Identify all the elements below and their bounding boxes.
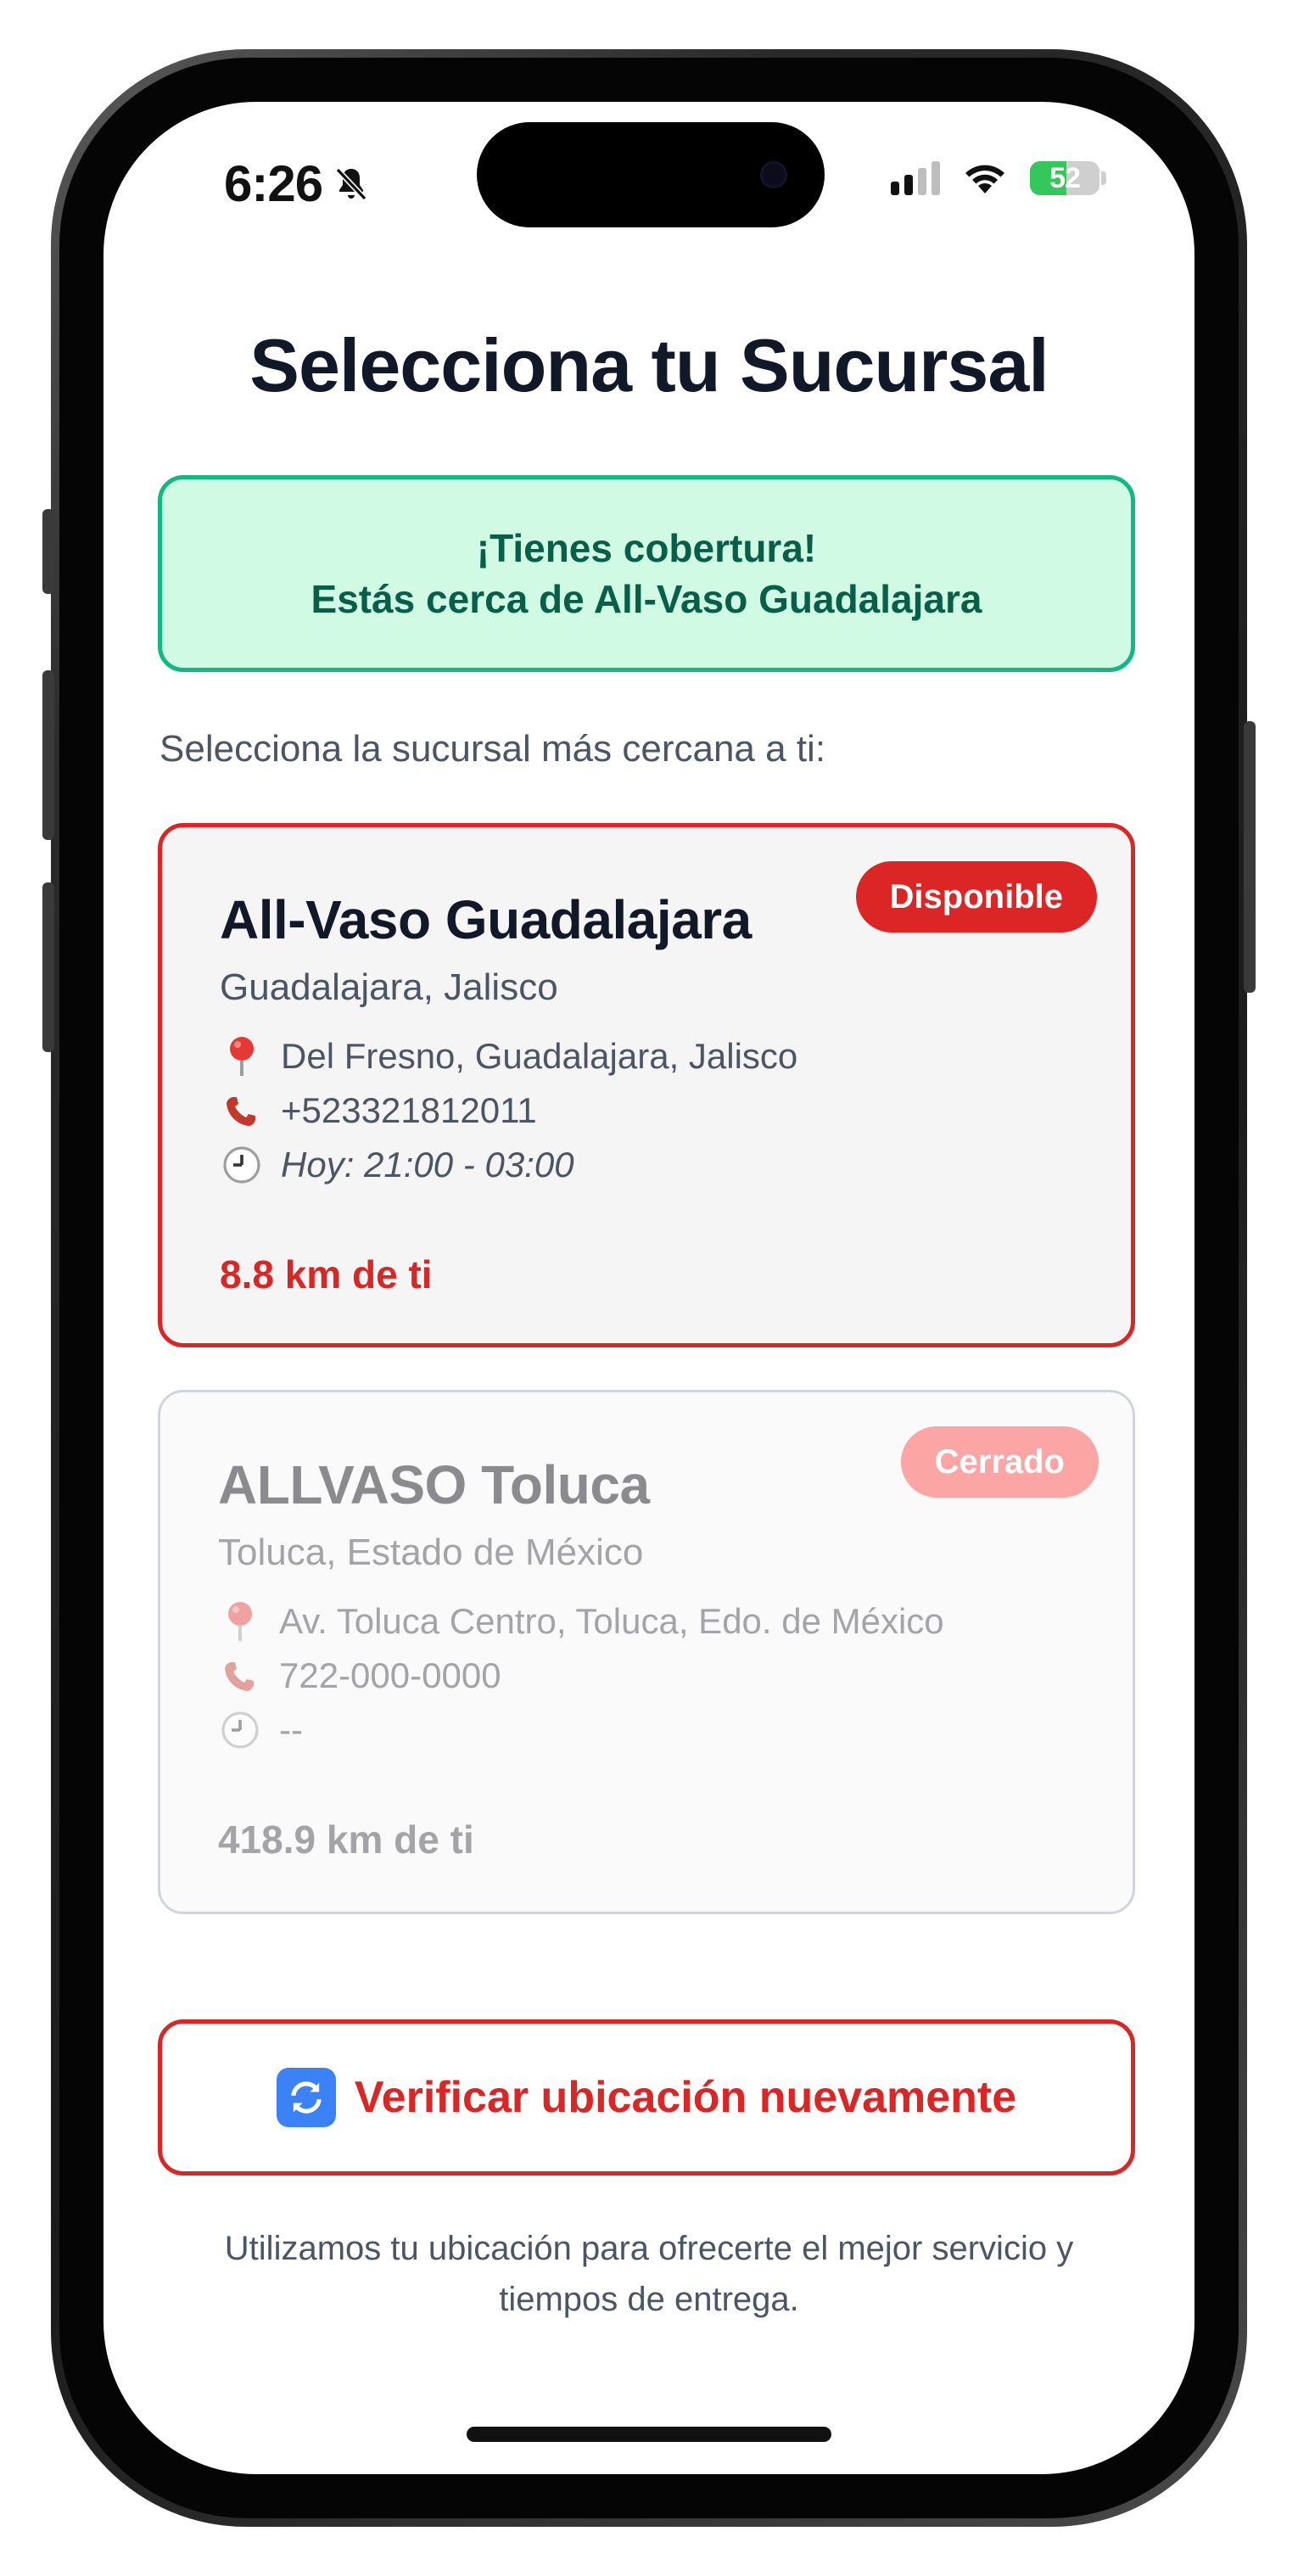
branch-address-row: Del Fresno, Guadalajara, Jalisco [220, 1034, 797, 1078]
clock-icon [218, 1708, 262, 1752]
branch-hours-row: -- [218, 1708, 303, 1752]
battery-indicator: 52 [1030, 161, 1106, 195]
battery-charging-icon: 52 [1030, 161, 1099, 195]
clock-icon [220, 1143, 264, 1187]
branch-address: Av. Toluca Centro, Toluca, Edo. de Méxic… [279, 1601, 944, 1641]
branch-card-toluca[interactable]: ALLVASO Toluca Cerrado Toluca, Estado de… [158, 1390, 1135, 1914]
branch-phone-row: +523321812011 [220, 1089, 537, 1133]
branch-address: Del Fresno, Guadalajara, Jalisco [281, 1036, 798, 1076]
branch-phone-row: 722-000-0000 [218, 1654, 501, 1698]
app-screen: 6:26 52 Selecciona tu Sucursal ¡Tienes c… [104, 102, 1194, 2474]
location-usage-note: Utilizamos tu ubicación para ofrecerte e… [224, 2230, 1074, 2318]
battery-cap [1101, 171, 1106, 185]
wifi-icon [965, 165, 1004, 193]
branch-hours: Hoy: 21:00 - 03:00 [281, 1145, 574, 1184]
coverage-banner: ¡Tienes cobertura! Estás cerca de All-Va… [158, 475, 1135, 672]
device-mockup: 6:26 52 Selecciona tu Sucursal ¡Tienes c… [0, 0, 1298, 2576]
coverage-message: Estás cerca de All-Vaso Guadalajara [311, 577, 982, 621]
branch-address-row: Av. Toluca Centro, Toluca, Edo. de Méxic… [218, 1599, 944, 1644]
branch-name: ALLVASO Toluca [218, 1454, 650, 1515]
branches-label: Selecciona la sucursal más cercana a ti: [159, 728, 826, 770]
branch-city: Toluca, Estado de México [218, 1532, 644, 1573]
dynamic-island [477, 122, 825, 227]
refresh-icon [276, 2068, 336, 2127]
branch-city: Guadalajara, Jalisco [220, 966, 558, 1008]
power-button [1244, 721, 1256, 993]
branch-distance: 418.9 km de ti [218, 1817, 474, 1862]
phone-icon [218, 1654, 262, 1698]
phone-icon [220, 1089, 264, 1133]
status-bar-indicators: 52 [891, 161, 1106, 195]
status-badge: Cerrado [900, 1426, 1099, 1498]
verify-location-label: Verificar ubicación nuevamente [354, 2073, 1017, 2122]
branch-hours-row: Hoy: 21:00 - 03:00 [220, 1143, 574, 1187]
status-badge: Disponible [855, 861, 1097, 932]
branch-phone: 722-000-0000 [279, 1655, 501, 1695]
status-bar-time: 6:26 [224, 154, 372, 213]
branch-phone: +523321812011 [281, 1090, 537, 1130]
battery-percent: 52 [1049, 161, 1081, 194]
bell-slash-icon [335, 167, 367, 200]
branch-distance: 8.8 km de ti [220, 1252, 433, 1296]
home-indicator[interactable] [467, 2427, 831, 2442]
map-pin-icon [220, 1034, 264, 1078]
branch-name: All-Vaso Guadalajara [220, 889, 752, 950]
cellular-signal-icon [891, 161, 940, 195]
verify-location-button[interactable]: Verificar ubicación nuevamente [158, 2019, 1135, 2176]
clock-text: 6:26 [224, 155, 323, 212]
branch-hours: -- [279, 1710, 303, 1750]
coverage-headline: ¡Tienes cobertura! [476, 526, 817, 570]
front-camera [760, 161, 787, 188]
map-pin-icon [218, 1599, 262, 1644]
volume-up-button [42, 670, 54, 840]
volume-down-button [42, 882, 54, 1052]
branch-card-guadalajara[interactable]: All-Vaso Guadalajara Disponible Guadalaj… [158, 823, 1135, 1347]
page-title: Selecciona tu Sucursal [249, 323, 1049, 407]
action-button [42, 509, 54, 594]
